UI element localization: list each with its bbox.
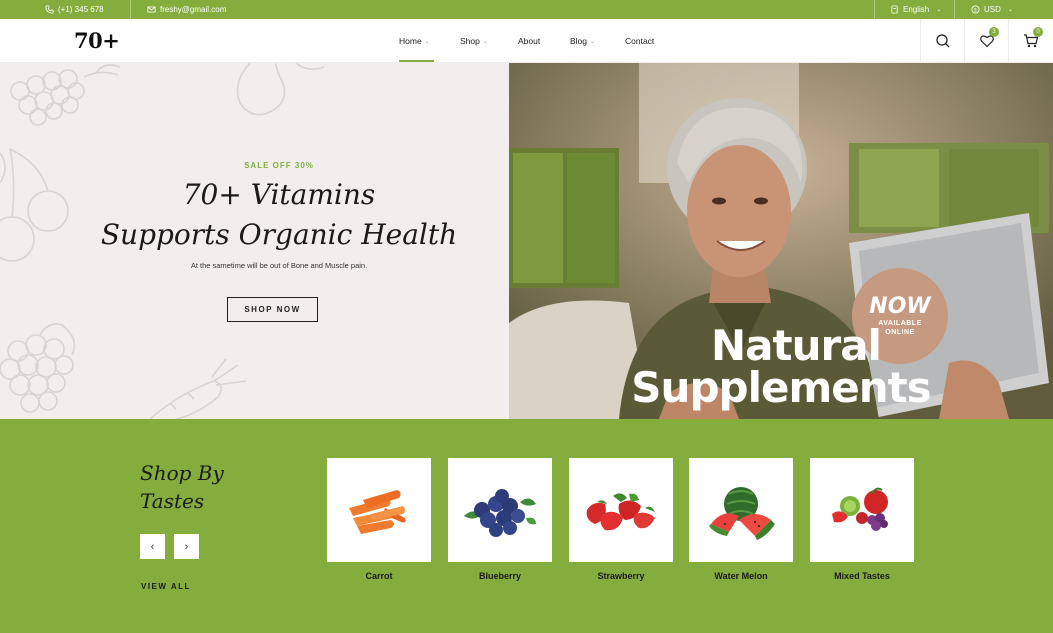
cart-count-badge: 0 <box>1033 27 1043 37</box>
shop-now-button[interactable]: SHOP NOW <box>227 297 318 322</box>
hero-subtitle: At the sametime will be out of Bone and … <box>190 261 368 270</box>
taste-card-mixed-tastes[interactable] <box>810 458 914 562</box>
wishlist-count-badge: 3 <box>989 27 999 37</box>
dollar-circle-icon: $ <box>971 5 980 14</box>
hero-title-line1: 70+ Vitamins <box>182 178 376 211</box>
wishlist-button[interactable]: 3 <box>964 19 1008 63</box>
nav-home-label: Home <box>399 36 422 46</box>
language-label: English <box>903 5 930 14</box>
search-icon <box>935 34 949 48</box>
nav-contact[interactable]: Contact <box>625 19 654 63</box>
nav-shop[interactable]: Shop ⌄ <box>460 19 488 63</box>
banner-headline-line2: Supplements <box>631 363 931 412</box>
hero-promo-panel: SALE OFF 30% 70+ Vitamins Supports Organ… <box>0 63 509 419</box>
sale-tagline: SALE OFF 30% <box>244 161 314 170</box>
main-header: 70+ Home ⌄ Shop ⌄ About Blog ⌄ Contact 3… <box>0 19 1053 63</box>
section-title: Shop By Tastes <box>140 459 224 515</box>
active-nav-indicator <box>399 60 434 62</box>
language-selector[interactable]: English ⌄ <box>890 0 941 19</box>
email-contact[interactable]: freshy@gmail.com <box>147 0 226 19</box>
chevron-down-icon: ⌄ <box>590 38 596 45</box>
nav-about[interactable]: About <box>518 19 540 63</box>
chevron-left-icon: ‹ <box>150 540 155 553</box>
cart-button[interactable]: 0 <box>1008 19 1053 63</box>
currency-selector[interactable]: $ USD ⌄ <box>971 0 1013 19</box>
banner-headline: Natural Supplements <box>509 325 1053 409</box>
taste-card-water-melon[interactable] <box>689 458 793 562</box>
taste-card-strawberry[interactable] <box>569 458 673 562</box>
mixed-fruits-image <box>832 487 888 531</box>
taste-label-mixed-tastes[interactable]: Mixed Tastes <box>810 571 914 581</box>
nav-shop-label: Shop <box>460 36 480 46</box>
carousel-next-button[interactable]: › <box>174 534 199 559</box>
phone-number: (+1) 345 678 <box>58 5 104 14</box>
taste-label-carrot[interactable]: Carrot <box>327 571 431 581</box>
taste-card-carrot[interactable] <box>327 458 431 562</box>
carousel-prev-button[interactable]: ‹ <box>140 534 165 559</box>
phone-icon <box>45 5 54 14</box>
hero-title-line2: Supports Organic Health <box>100 218 458 251</box>
taste-label-water-melon[interactable]: Water Melon <box>689 571 793 581</box>
site-logo[interactable]: 70+ <box>74 28 120 53</box>
top-bar: (+1) 345 678 freshy@gmail.com English ⌄ … <box>0 0 1053 19</box>
svg-text:$: $ <box>974 7 977 13</box>
taste-card-blueberry[interactable] <box>448 458 552 562</box>
currency-label: USD <box>984 5 1001 14</box>
nav-about-label: About <box>518 36 541 46</box>
shop-by-tastes-section: Shop By Tastes ‹ › VIEW ALL Carrot Blueb… <box>0 419 1053 633</box>
nav-home[interactable]: Home ⌄ <box>399 19 430 63</box>
language-icon <box>891 5 898 14</box>
taste-label-blueberry[interactable]: Blueberry <box>448 571 552 581</box>
blueberry-image <box>464 489 536 537</box>
mail-icon <box>147 6 156 13</box>
nav-blog[interactable]: Blog ⌄ <box>570 19 595 63</box>
banner-headline-line1: Natural <box>711 321 882 370</box>
chevron-down-icon: ⌄ <box>936 7 942 13</box>
taste-label-strawberry[interactable]: Strawberry <box>569 571 673 581</box>
chevron-down-icon: ⌄ <box>424 38 430 45</box>
badge-now: NOW <box>869 294 931 319</box>
search-button[interactable] <box>920 19 964 63</box>
hero-title: 70+ Vitamins Supports Organic Health <box>0 175 509 255</box>
email-address: freshy@gmail.com <box>160 5 227 14</box>
phone-contact[interactable]: (+1) 345 678 <box>45 0 104 19</box>
supplements-banner[interactable]: NOW AVAILABLE ONLINE Natural Supplements <box>509 63 1053 419</box>
strawberry-image <box>586 493 655 531</box>
view-all-link[interactable]: VIEW ALL <box>141 582 191 591</box>
nav-contact-label: Contact <box>625 36 655 46</box>
watermelon-image <box>709 487 775 540</box>
section-title-line2: Tastes <box>140 489 205 513</box>
nav-blog-label: Blog <box>570 36 588 46</box>
carrot-image <box>349 490 406 534</box>
chevron-down-icon: ⌄ <box>1007 7 1013 13</box>
section-title-line1: Shop By <box>140 461 224 485</box>
chevron-right-icon: › <box>184 540 189 553</box>
chevron-down-icon: ⌄ <box>482 38 488 45</box>
